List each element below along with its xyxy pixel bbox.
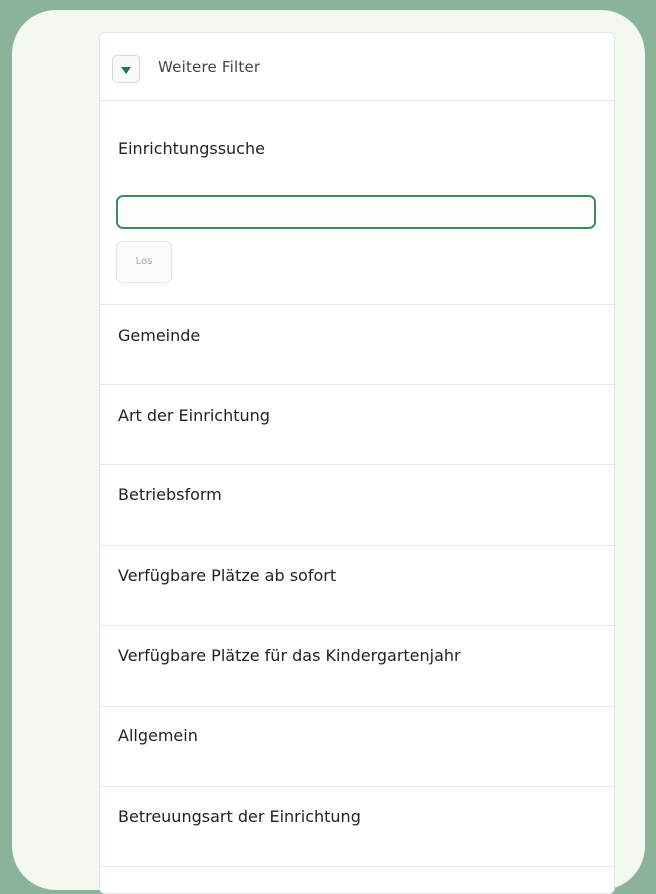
filter-section-label: Verfügbare Plätze für das Kindergartenja… (118, 646, 461, 665)
filter-section-label: Betriebsform (118, 485, 222, 504)
facility-search-section: Einrichtungssuche Los (100, 101, 614, 305)
facility-search-title: Einrichtungssuche (118, 139, 265, 158)
filter-panel: Weitere Filter Einrichtungssuche Los Gem… (99, 32, 615, 894)
filter-section-plaetze-kindergartenjahr[interactable]: Verfügbare Plätze für das Kindergartenja… (100, 626, 614, 707)
search-go-button[interactable]: Los (116, 241, 172, 283)
filter-section-label: Betreuungsart der Einrichtung (118, 807, 361, 826)
filter-section-label: Art der Einrichtung (118, 406, 270, 425)
more-filters-toggle-button[interactable] (112, 55, 140, 83)
filter-section-betriebsform[interactable]: Betriebsform (100, 465, 614, 546)
filter-section-label: Allgemein (118, 726, 198, 745)
filter-section-allgemein[interactable]: Allgemein (100, 707, 614, 787)
filter-section-plaetze-ab-sofort[interactable]: Verfügbare Plätze ab sofort (100, 546, 614, 626)
filter-section-gemeinde[interactable]: Gemeinde (100, 305, 614, 385)
filter-section-betreuungsart[interactable]: Betreuungsart der Einrichtung (100, 787, 614, 867)
facility-search-input[interactable] (116, 195, 596, 229)
caret-down-icon (121, 67, 131, 74)
filter-section-art-der-einrichtung[interactable]: Art der Einrichtung (100, 385, 614, 465)
page-frame: Weitere Filter Einrichtungssuche Los Gem… (12, 10, 645, 894)
more-filters-label: Weitere Filter (158, 58, 261, 76)
filter-section-label: Gemeinde (118, 326, 201, 345)
more-filters-header[interactable]: Weitere Filter (100, 33, 614, 101)
filter-section-label: Verfügbare Plätze ab sofort (118, 566, 337, 585)
